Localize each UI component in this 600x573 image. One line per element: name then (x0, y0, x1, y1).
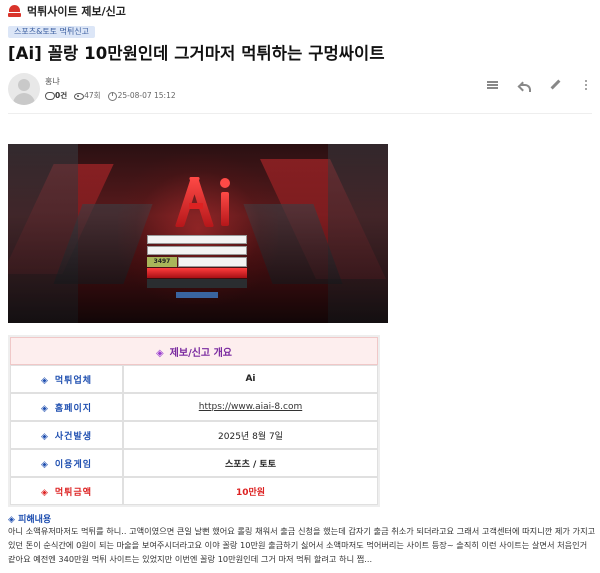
author-name[interactable]: 홍냐 (45, 76, 60, 87)
list-icon[interactable] (487, 79, 499, 91)
diamond-icon: ◈ (155, 347, 164, 359)
reply-icon[interactable] (518, 79, 531, 92)
post-toolbar (487, 79, 592, 92)
diamond-icon: ◈ (40, 487, 49, 498)
table-row: ◈ 먹튀업체 Ai (10, 365, 378, 393)
report-table-header-text: 제보/신고 개요 (169, 347, 233, 359)
row-label: ◈ 먹튀업체 (10, 365, 123, 393)
row-label: ◈ 먹튀금액 (10, 477, 123, 505)
diamond-icon: ◈ (40, 375, 49, 386)
category-badge[interactable]: 스포츠&토토 먹튀신고 (8, 26, 96, 38)
comment-count-value: 0건 (55, 91, 68, 100)
diamond-icon: ◈ (40, 459, 49, 470)
board-title[interactable]: 먹튀사이트 제보/신고 (27, 3, 126, 19)
divider (8, 113, 592, 114)
row-value-date: 2025년 8월 7일 (123, 421, 378, 449)
report-table-header: ◈ 제보/신고 개요 (10, 337, 378, 365)
more-icon[interactable] (580, 79, 592, 91)
table-row: ◈ 먹튀금액 10만원 (10, 477, 378, 505)
ai-logo-icon (174, 171, 216, 227)
view-count: 47회 (74, 90, 101, 101)
comment-icon (45, 91, 55, 100)
report-summary-table: ◈ 제보/신고 개요 ◈ 먹튀업체 Ai ◈ 홈페이지 https://www.aia… (8, 335, 380, 507)
diamond-icon: ◈ (40, 403, 49, 414)
site-screenshot-image: 3497 (8, 144, 388, 323)
edit-icon[interactable] (549, 79, 561, 91)
table-row: ◈ 이용게임 스포츠 / 토토 (10, 449, 378, 477)
avatar[interactable] (8, 73, 40, 105)
post-date: 25-08-07 15:12 (107, 91, 176, 101)
view-count-value: 47회 (84, 91, 101, 100)
post-title: [Ai] 꼴랑 10만원인데 그거마저 먹튀하는 구멍싸이트 (8, 44, 385, 63)
row-label: ◈ 사건발생 (10, 421, 123, 449)
eye-icon (74, 92, 85, 100)
post-date-value: 25-08-07 15:12 (117, 91, 176, 100)
diamond-icon: ◈ (40, 431, 49, 442)
comment-count: 0건 (45, 90, 67, 101)
board-header: 먹튀사이트 제보/신고 (8, 3, 126, 19)
row-value-game: 스포츠 / 토토 (123, 449, 378, 477)
clock-icon (107, 91, 117, 101)
table-row: ◈ 사건발생 2025년 8월 7일 (10, 421, 378, 449)
table-row: ◈ 홈페이지 https://www.aiai-8.com (10, 393, 378, 421)
row-value-company: Ai (123, 365, 378, 393)
damage-description: 아니 소액유저마저도 먹튀를 하니.. 고액이였으면 큰일 날뻔 했어요 롤링 … (8, 526, 596, 564)
row-label: ◈ 이용게임 (10, 449, 123, 477)
post-meta: 0건 47회 25-08-07 15:12 (45, 90, 176, 101)
row-label: ◈ 홈페이지 (10, 393, 123, 421)
homepage-link[interactable]: https://www.aiai-8.com (123, 393, 378, 421)
captcha-code: 3497 (147, 257, 177, 267)
siren-icon (8, 4, 21, 18)
row-value-amount: 10만원 (123, 477, 378, 505)
